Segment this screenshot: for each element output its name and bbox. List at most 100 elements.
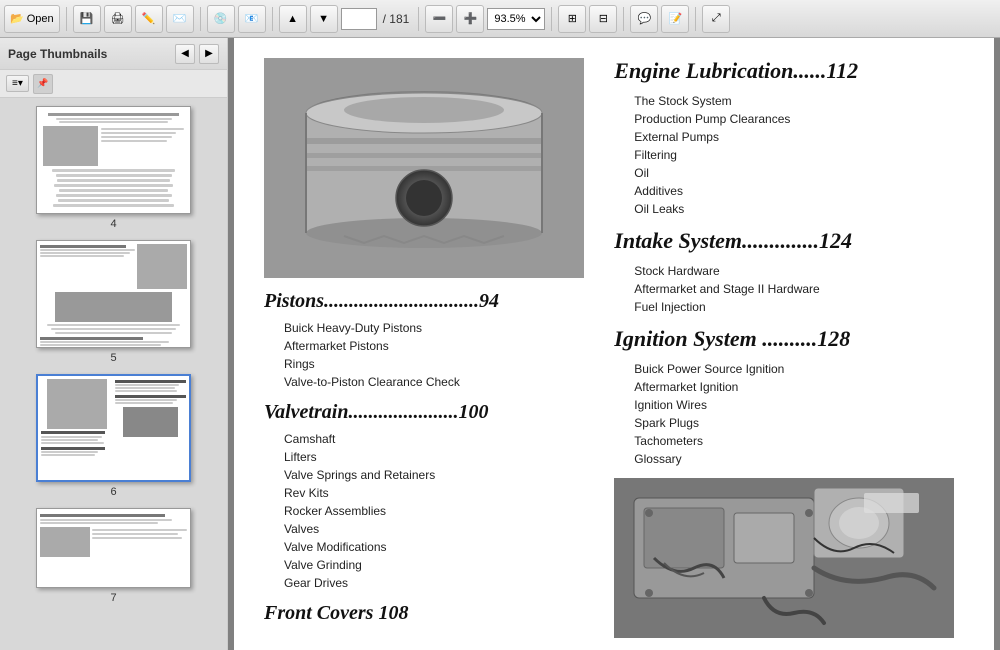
sidebar-list-button[interactable]: ≡▾ <box>6 75 29 92</box>
ignition-item-4: Spark Plugs <box>634 414 964 432</box>
up-arrow-icon: ▲ <box>287 13 298 25</box>
disk-icon: 💿 <box>214 12 228 25</box>
sidebar: Page Thumbnails ◀ ▶ ≡▾ 📌 <box>0 38 228 650</box>
folder-icon: 📂 <box>10 12 24 25</box>
intake-item-1: Stock Hardware <box>634 262 964 280</box>
intake-system-heading: Intake System..............124 <box>614 228 964 254</box>
pistons-item-3: Rings <box>284 355 594 373</box>
highlight-icon: 📝 <box>668 12 682 25</box>
prev-page-button[interactable]: ▲ <box>279 5 307 33</box>
fit-page-button[interactable]: ⊞ <box>558 5 586 33</box>
pistons-item-4: Valve-to-Piston Clearance Check <box>284 373 594 391</box>
down-arrow-icon: ▼ <box>318 13 329 25</box>
save-button[interactable]: 💾 <box>73 5 101 33</box>
front-covers-heading: Front Covers 108 <box>264 602 594 625</box>
engine-image <box>614 478 954 638</box>
page-view: Pistons...............................94… <box>234 38 994 650</box>
piston-image <box>264 58 584 278</box>
zoom-in-button[interactable]: ➕ <box>456 5 484 33</box>
sidebar-next-button[interactable]: ▶ <box>199 44 219 64</box>
sidebar-prev-button[interactable]: ◀ <box>175 44 195 64</box>
pencil-icon: ✏️ <box>142 12 156 25</box>
fullscreen-button[interactable]: ⤢ <box>702 5 730 33</box>
separator-6 <box>623 7 624 31</box>
ignition-item-3: Ignition Wires <box>634 396 964 414</box>
mail-icon: 📧 <box>245 12 259 25</box>
edit-button[interactable]: ✏️ <box>135 5 163 33</box>
sidebar-header: Page Thumbnails ◀ ▶ <box>0 38 227 70</box>
pistons-item-1: Buick Heavy-Duty Pistons <box>284 319 594 337</box>
pistons-items: Buick Heavy-Duty Pistons Aftermarket Pis… <box>264 319 594 391</box>
pistons-heading: Pistons...............................94 <box>264 290 594 313</box>
floppy-icon: 💾 <box>80 12 94 25</box>
separator-2 <box>200 7 201 31</box>
email-button[interactable]: ✉️ <box>166 5 194 33</box>
comment-button[interactable]: 💬 <box>630 5 658 33</box>
sidebar-title: Page Thumbnails <box>8 47 171 61</box>
eng-lub-item-5: Oil <box>634 164 964 182</box>
page-total: / 181 <box>383 12 410 26</box>
valvetrain-items: Camshaft Lifters Valve Springs and Retai… <box>264 430 594 592</box>
right-column: Engine Lubrication......112 The Stock Sy… <box>614 58 964 630</box>
highlight-button[interactable]: 📝 <box>661 5 689 33</box>
thumb-label-7: 7 <box>110 592 116 604</box>
thumbnails-area[interactable]: 4 <box>0 98 227 650</box>
open-button[interactable]: 📂 Open <box>4 5 60 33</box>
separator-5 <box>551 7 552 31</box>
mail-button[interactable]: 📧 <box>238 5 266 33</box>
valvetrain-item-8: Valve Grinding <box>284 556 594 574</box>
valvetrain-item-9: Gear Drives <box>284 574 594 592</box>
thumb-frame-4[interactable] <box>36 106 191 214</box>
save2-button[interactable]: 💿 <box>207 5 235 33</box>
email-icon: ✉️ <box>173 12 187 25</box>
zoom-in-icon: ➕ <box>463 12 477 25</box>
panel-grip-icon: 📌 <box>37 78 48 89</box>
intake-item-3: Fuel Injection <box>634 298 964 316</box>
eng-lub-item-3: External Pumps <box>634 128 964 146</box>
pistons-item-2: Aftermarket Pistons <box>284 337 594 355</box>
valvetrain-item-4: Rev Kits <box>284 484 594 502</box>
separator-7 <box>695 7 696 31</box>
valvetrain-heading: Valvetrain......................100 <box>264 401 594 424</box>
ignition-item-2: Aftermarket Ignition <box>634 378 964 396</box>
engine-lubrication-items: The Stock System Production Pump Clearan… <box>614 92 964 218</box>
main-area: Page Thumbnails ◀ ▶ ≡▾ 📌 <box>0 38 1000 650</box>
ignition-system-items: Buick Power Source Ignition Aftermarket … <box>614 360 964 468</box>
thumbnail-page-7[interactable]: 7 <box>8 508 219 604</box>
thumb-frame-6[interactable] <box>36 374 191 482</box>
left-column: Pistons...............................94… <box>264 58 594 630</box>
eng-lub-item-1: The Stock System <box>634 92 964 110</box>
next-page-button[interactable]: ▼ <box>310 5 338 33</box>
thumbnail-page-6[interactable]: 6 <box>8 374 219 498</box>
engine-svg <box>614 478 954 638</box>
piston-svg <box>264 58 584 278</box>
thumb-label-4: 4 <box>110 218 116 230</box>
zoom-select[interactable]: 50% 75% 93.5% 100% 125% 150% 200% <box>487 8 545 30</box>
zoom-out-button[interactable]: ➖ <box>425 5 453 33</box>
pdf-content[interactable]: Pistons...............................94… <box>228 38 1000 650</box>
zoom-out-icon: ➖ <box>432 12 446 25</box>
fit-page-icon: ⊞ <box>568 12 577 25</box>
comment-icon: 💬 <box>637 12 651 25</box>
ignition-item-1: Buick Power Source Ignition <box>634 360 964 378</box>
thumb-label-6: 6 <box>110 486 116 498</box>
valvetrain-item-7: Valve Modifications <box>284 538 594 556</box>
thumb-label-5: 5 <box>110 352 116 364</box>
intake-system-items: Stock Hardware Aftermarket and Stage II … <box>614 262 964 316</box>
page-input[interactable]: 6 <box>341 8 377 30</box>
thumb-frame-7[interactable] <box>36 508 191 588</box>
thumb-frame-5[interactable] <box>36 240 191 348</box>
ignition-item-5: Tachometers <box>634 432 964 450</box>
ignition-item-6: Glossary <box>634 450 964 468</box>
valvetrain-item-3: Valve Springs and Retainers <box>284 466 594 484</box>
print-icon: 🖨 <box>111 12 125 25</box>
thumbnail-page-4[interactable]: 4 <box>8 106 219 230</box>
fullscreen-icon: ⤢ <box>712 12 721 25</box>
eng-lub-item-7: Oil Leaks <box>634 200 964 218</box>
fit-width-button[interactable]: ⊟ <box>589 5 617 33</box>
thumbnail-page-5[interactable]: 5 <box>8 240 219 364</box>
print-button[interactable]: 🖨 <box>104 5 132 33</box>
fit-width-icon: ⊟ <box>599 12 608 25</box>
ignition-system-heading: Ignition System ..........128 <box>614 326 964 352</box>
eng-lub-item-6: Additives <box>634 182 964 200</box>
